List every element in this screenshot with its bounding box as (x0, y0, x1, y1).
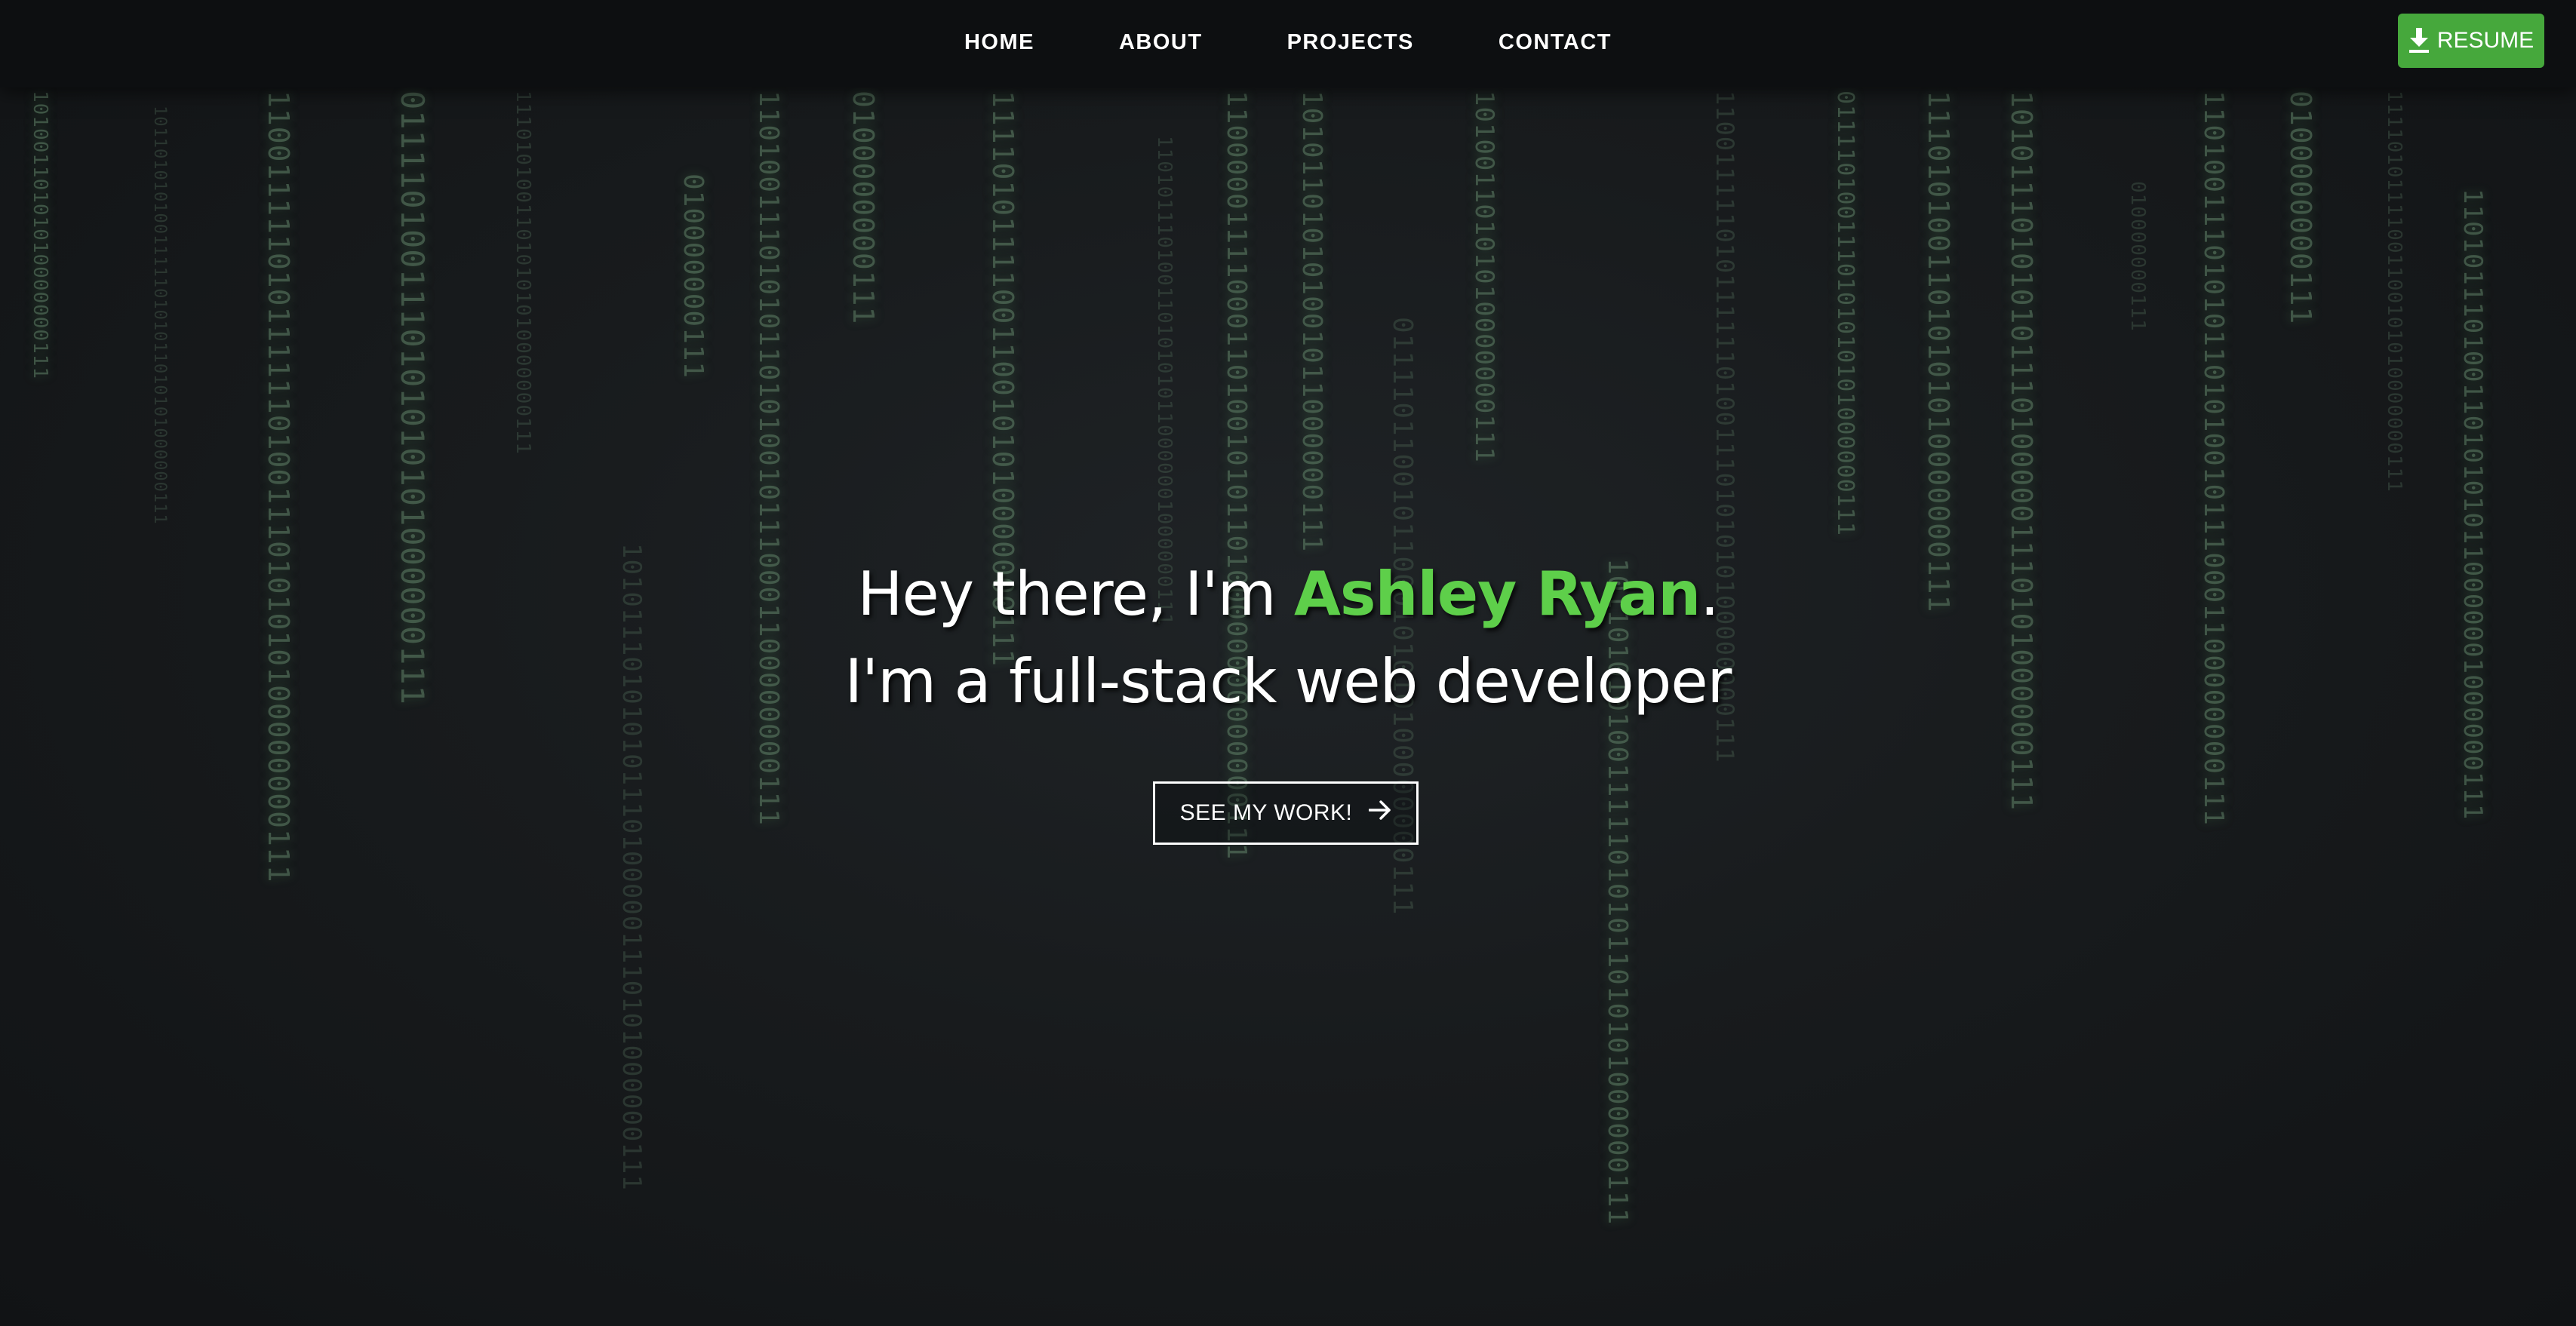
binary-rain-column: 1100000111100011010010101101000000000000… (1221, 91, 1252, 861)
developer-name: Ashley Ryan (1293, 559, 1701, 629)
binary-rain-column: 1100111110101111110100111010101010000000… (262, 91, 295, 883)
greeting-prefix: Hey there, I'm (857, 559, 1294, 629)
nav-contact-link[interactable]: CONTACT (1456, 30, 1654, 55)
binary-rain-column: 101011010101001011000000111 (1296, 91, 1327, 553)
hero-subtitle: I'm a full-stack web developer (844, 646, 1732, 717)
nav-projects-link[interactable]: PROJECTS (1245, 30, 1456, 55)
greeting-line: Hey there, I'm Ashley Ryan. (0, 551, 2576, 638)
hero-headline: Hey there, I'm Ashley Ryan. I'm a full-s… (0, 551, 2576, 726)
binary-rain-column: 11101010011010101010000000111 (1922, 91, 1955, 613)
binary-rain-column: 0100000000111 (847, 91, 880, 325)
cta-label: SEE MY WORK! (1179, 800, 1353, 825)
binary-rain-column: 010000000111 (2126, 181, 2149, 332)
binary-rain-column: 10100110101010000000111 (1469, 91, 1499, 463)
binary-rain-column: 101101010100111110101011010101000000111 (150, 106, 169, 525)
binary-rain-column: 0111101001110101010101000000111 (1832, 91, 1858, 536)
arrow-right-icon (1368, 800, 1391, 826)
binary-rain-column: 010000000111 (678, 173, 709, 379)
binary-rain-column: 0100000000111 (2284, 91, 2317, 325)
top-navbar: HOME ABOUT PROJECTS CONTACT RESUME (0, 0, 2576, 87)
nav-links: HOME ABOUT PROJECTS CONTACT (0, 0, 2576, 84)
greeting-suffix: . (1700, 559, 1719, 629)
resume-download-button[interactable]: RESUME (2398, 14, 2544, 68)
binary-rain-column: 11110101111001100101010000000111 (2383, 91, 2405, 493)
see-my-work-button[interactable]: SEE MY WORK! (1153, 781, 1419, 845)
resume-button-label: RESUME (2436, 28, 2535, 53)
binary-rain-column: 11101010011010101010000000111 (512, 91, 534, 455)
nav-home-link[interactable]: HOME (922, 30, 1077, 55)
binary-rain-column: 10100110101010000000111 (29, 91, 51, 380)
nav-about-link[interactable]: ABOUT (1077, 30, 1245, 55)
download-icon (2408, 28, 2430, 54)
